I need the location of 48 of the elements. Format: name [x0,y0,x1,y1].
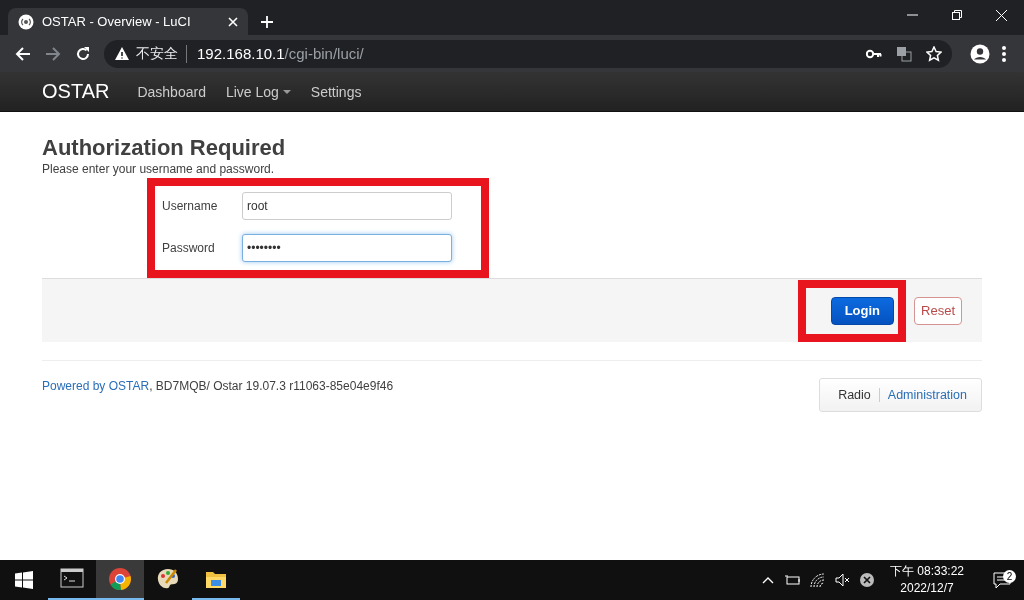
key-icon[interactable] [866,47,882,60]
notification-count: 2 [1003,569,1016,583]
nav-link[interactable]: Live Log [215,83,301,100]
page-title: Authorization Required [42,134,287,162]
brand-title[interactable]: OSTAR [42,80,110,103]
menu-icon[interactable] [1002,45,1006,62]
reload-icon[interactable] [75,45,91,62]
browser-icon [108,567,132,591]
wifi-icon[interactable] [809,572,825,588]
field-label: Username [161,199,219,213]
clock[interactable]: 下午 08:33:22 2022/12/7 [889,563,964,597]
nav-link[interactable]: Dashboard [127,83,216,100]
notification-icon[interactable] [993,571,1011,589]
close-circle-icon[interactable] [859,573,874,587]
star-icon[interactable] [926,45,942,62]
url-text: 192.168.10.1/cgi-bin/luci/ [197,45,364,62]
taskbar-button[interactable] [96,560,144,600]
windows-logo-icon[interactable] [15,571,33,589]
login-button[interactable]: Login [830,296,895,325]
terminal-icon [60,567,84,591]
input-field[interactable]: •••••••• [242,234,452,262]
caret-icon [282,89,291,94]
back-icon[interactable] [15,45,31,62]
radio-waves-icon [18,13,34,30]
new-tab-icon[interactable] [260,15,274,29]
description-text: Please enter your username and password. [42,162,276,176]
restore-icon[interactable] [952,10,962,20]
field-label: Password [161,241,216,255]
close-icon[interactable] [996,9,1007,21]
forward-icon[interactable] [45,45,61,62]
battery-icon[interactable] [783,573,800,587]
warning-icon [114,46,130,61]
reset-button[interactable]: Reset [914,296,962,325]
browser-tab[interactable]: OSTAR - Overview - LuCI [8,8,248,35]
tab-title: OSTAR - Overview - LuCI [42,14,192,29]
account-icon[interactable] [970,43,990,64]
translate-icon[interactable] [896,45,912,62]
muted-speaker-icon[interactable] [834,573,850,587]
input-field[interactable]: root [242,192,452,220]
nav-link[interactable]: Settings [300,83,372,100]
address-bar[interactable]: 不安全 192.168.10.1/cgi-bin/luci/ [104,39,952,68]
security-label[interactable]: 不安全 [136,44,187,63]
footer-text: Powered by OSTAR, BD7MQB/ Ostar 19.07.3 r11063-85e04e9f46 [42,379,394,393]
palette-icon [156,567,180,591]
menu-link[interactable]: Administration [883,388,971,402]
menu-link[interactable]: Radio [834,388,875,402]
close-tab-icon[interactable] [228,16,238,27]
chevron-up-icon[interactable] [761,576,774,584]
